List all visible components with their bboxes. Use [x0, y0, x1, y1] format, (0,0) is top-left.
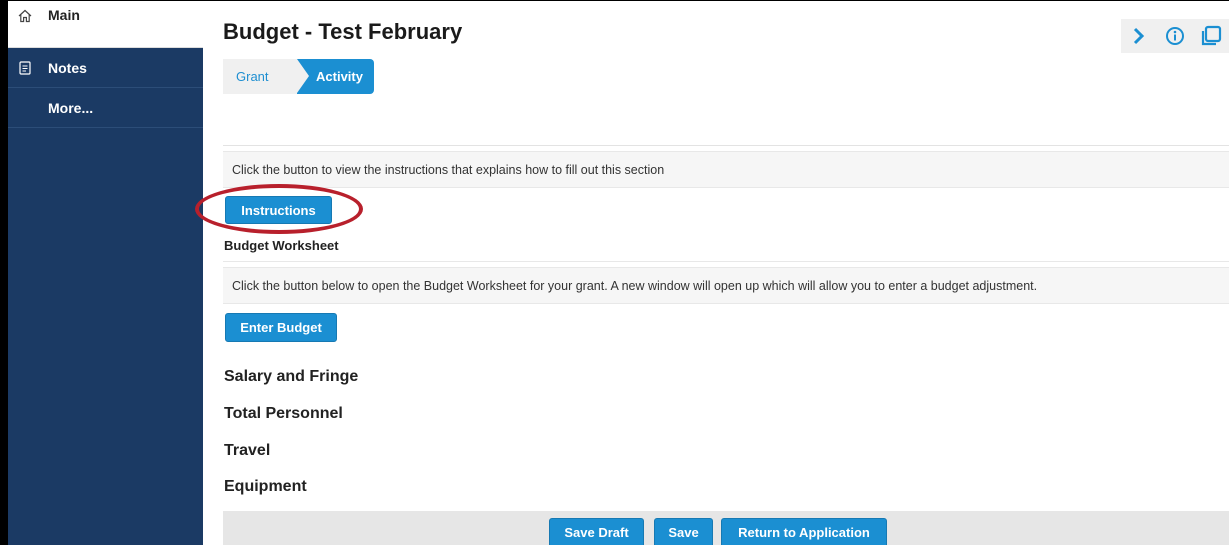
- section-salary-and-fringe: Salary and Fringe: [224, 368, 359, 385]
- sidebar-item-label: Notes: [48, 59, 87, 76]
- chevron-right-icon[interactable]: [1121, 19, 1157, 53]
- tab-label: Grant: [236, 69, 269, 84]
- enter-budget-button[interactable]: Enter Budget: [225, 313, 337, 342]
- worksheet-info-text: Click the button below to open the Budge…: [223, 267, 1229, 304]
- breadcrumb-tabs: Grant Activity: [223, 59, 374, 94]
- page-title: Budget - Test February: [223, 19, 463, 44]
- section-travel: Travel: [224, 442, 271, 459]
- sidebar-item-label: Main: [48, 7, 80, 23]
- save-button[interactable]: Save: [654, 518, 713, 545]
- sidebar-item-more[interactable]: More...: [8, 88, 203, 128]
- sidebar-item-notes[interactable]: Notes: [8, 48, 203, 88]
- divider: [223, 261, 1229, 262]
- info-icon[interactable]: [1157, 19, 1193, 53]
- tab-label: Activity: [316, 69, 363, 84]
- tab-activity[interactable]: Activity: [297, 59, 374, 94]
- instructions-button[interactable]: Instructions: [225, 196, 332, 224]
- sidebar: Main Notes More...: [0, 0, 203, 545]
- section-total-personnel: Total Personnel: [224, 405, 343, 422]
- document-icon: [16, 59, 34, 77]
- return-to-application-button[interactable]: Return to Application: [721, 518, 887, 545]
- save-draft-button[interactable]: Save Draft: [549, 518, 644, 545]
- tab-grant[interactable]: Grant: [223, 59, 297, 94]
- sidebar-item-label: More...: [48, 99, 94, 116]
- divider: [223, 145, 1229, 146]
- copy-icon[interactable]: [1193, 19, 1229, 53]
- sidebar-item-main[interactable]: Main: [8, 1, 203, 48]
- top-toolbar: [1121, 19, 1229, 53]
- instructions-info-text: Click the button to view the instruction…: [223, 151, 1229, 188]
- worksheet-heading: Budget Worksheet: [224, 238, 339, 253]
- home-icon: [16, 7, 34, 25]
- main-content: Budget - Test February Grant Activity Cl…: [195, 0, 1229, 545]
- section-equipment: Equipment: [224, 478, 307, 495]
